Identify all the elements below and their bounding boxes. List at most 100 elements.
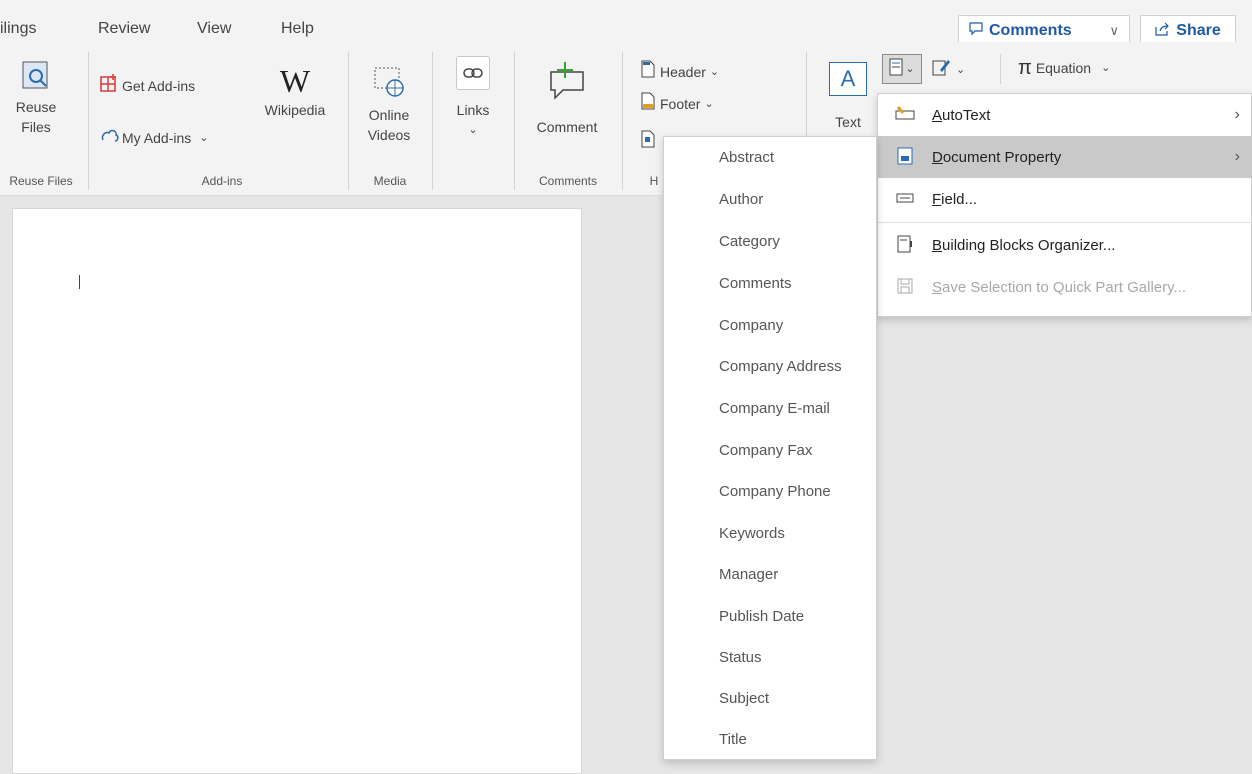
pi-icon: π [1018, 57, 1032, 79]
label-rest: utoText [942, 106, 991, 124]
wikipedia-button[interactable]: W Wikipedia [252, 64, 338, 120]
group-divider [432, 52, 433, 190]
equation-button[interactable]: π Equation ⌄ [1018, 58, 1110, 78]
footer-button[interactable]: Footer ⌄ [640, 92, 714, 115]
header-label: Header [660, 63, 706, 80]
reuse-files-icon [18, 60, 54, 97]
menu-item-autotext-label: AutoText [932, 107, 990, 124]
menu-divider [878, 222, 1252, 223]
property-item-abstract[interactable]: Abstract [719, 149, 774, 166]
building-blocks-icon [894, 235, 916, 256]
menu-item-document-property[interactable]: Document Property › [878, 136, 1252, 178]
property-item-subject[interactable]: Subject [719, 690, 769, 707]
menu-item-building-blocks-organizer[interactable]: Building Blocks Organizer... [878, 224, 1252, 266]
tab-mailings[interactable]: ilings [0, 20, 36, 38]
my-addins-button[interactable]: My Add-ins ⌄ [100, 126, 208, 149]
share-button-label: Share [1176, 22, 1221, 39]
text-cursor [79, 275, 80, 289]
label-rest: uilding Blocks Organizer... [942, 236, 1116, 254]
chevron-right-icon: › [1234, 148, 1240, 165]
group-label-comments: Comments [538, 174, 597, 188]
comment-label: Comment [536, 119, 598, 135]
signature-line-button[interactable]: ⌄ [932, 58, 965, 81]
property-item-keywords[interactable]: Keywords [719, 525, 785, 542]
reuse-files-label-2: Files [21, 119, 51, 135]
property-item-manager[interactable]: Manager [719, 566, 778, 583]
get-addins-label: Get Add-ins [122, 77, 196, 94]
group-divider [622, 52, 623, 190]
chevron-down-icon: ⌄ [1101, 62, 1111, 74]
reuse-files-label-1: Reuse [15, 99, 57, 115]
my-addins-icon [100, 126, 120, 149]
label-rest: ield... [941, 190, 978, 208]
links-button[interactable]: Links ⌄ [448, 56, 498, 140]
accelerator-key: D [932, 148, 943, 166]
property-item-company-address[interactable]: Company Address [719, 358, 842, 375]
my-addins-label: My Add-ins [122, 129, 192, 146]
chevron-down-icon: ⌄ [956, 63, 966, 76]
online-videos-button[interactable]: Online Videos [356, 64, 422, 145]
group-label-reuse-files: Reuse Files [9, 174, 73, 188]
field-icon [894, 191, 916, 207]
property-item-company-fax[interactable]: Company Fax [719, 442, 812, 459]
label-rest: ave Selection to Quick Part Gallery... [942, 278, 1187, 296]
document-property-submenu: Abstract Author Category Comments Compan… [663, 136, 877, 760]
text-box-button[interactable]: A Text [822, 62, 874, 132]
menu-item-field[interactable]: Field... [878, 178, 1252, 220]
property-item-category[interactable]: Category [719, 233, 780, 250]
property-item-company[interactable]: Company [719, 317, 783, 334]
new-comment-icon [545, 62, 589, 107]
property-item-company-email[interactable]: Company E-mail [719, 400, 830, 417]
chevron-down-icon: ⌄ [709, 65, 720, 78]
group-divider [1000, 54, 1001, 84]
menu-item-document-property-label: Document Property [932, 149, 1061, 166]
quick-parts-menu: AutoText › Document Property › Field... … [877, 93, 1252, 317]
label-rest: ocument Property [942, 148, 1062, 166]
reuse-files-button[interactable]: Reuse Files [6, 60, 66, 137]
menu-item-autotext[interactable]: AutoText › [878, 94, 1252, 136]
tab-view[interactable]: View [197, 20, 231, 38]
chevron-down-icon: ⌄ [199, 131, 209, 144]
wikipedia-icon: W [279, 63, 311, 99]
chevron-down-icon: ⌄ [704, 97, 714, 110]
share-icon [1155, 22, 1170, 41]
group-divider [514, 52, 515, 190]
comments-button-label: Comments [989, 22, 1072, 39]
online-video-icon [371, 64, 407, 105]
menu-item-save-selection-label: Save Selection to Quick Part Gallery... [932, 279, 1186, 296]
comment-icon [969, 21, 983, 41]
property-item-company-phone[interactable]: Company Phone [719, 483, 831, 500]
tab-help[interactable]: Help [281, 20, 314, 38]
save-icon [894, 278, 916, 297]
page-number-icon [640, 130, 656, 153]
text-box-letter: A [840, 66, 856, 91]
property-item-status[interactable]: Status [719, 649, 762, 666]
get-addins-button[interactable]: Get Add-ins [100, 74, 195, 97]
header-button[interactable]: Header ⌄ [640, 60, 719, 83]
addins-store-icon [100, 74, 118, 97]
equation-label: Equation [1035, 60, 1092, 76]
document-property-icon [894, 147, 916, 168]
chevron-down-icon: ⌄ [905, 63, 915, 75]
property-item-author[interactable]: Author [719, 191, 763, 208]
tab-review[interactable]: Review [98, 20, 150, 38]
text-box-icon: A [829, 62, 867, 96]
menu-item-building-blocks-label: Building Blocks Organizer... [932, 237, 1115, 254]
online-videos-label-1: Online [368, 107, 410, 123]
new-comment-button[interactable]: Comment [522, 62, 612, 137]
page-number-button[interactable] [640, 130, 656, 153]
header-icon [640, 60, 656, 83]
document-page[interactable] [12, 208, 582, 774]
footer-label: Footer [660, 95, 701, 112]
signature-icon [932, 58, 950, 81]
quick-parts-button[interactable]: ⌄ [882, 54, 922, 84]
property-item-publish-date[interactable]: Publish Date [719, 608, 804, 625]
property-item-title[interactable]: Title [719, 731, 747, 748]
property-item-comments[interactable]: Comments [719, 275, 792, 292]
chevron-down-icon: ∨ [1109, 23, 1119, 38]
group-divider [348, 52, 349, 190]
group-divider [88, 52, 89, 190]
footer-icon [640, 92, 656, 115]
accelerator-key: A [932, 106, 943, 124]
accelerator-key: F [932, 190, 942, 208]
